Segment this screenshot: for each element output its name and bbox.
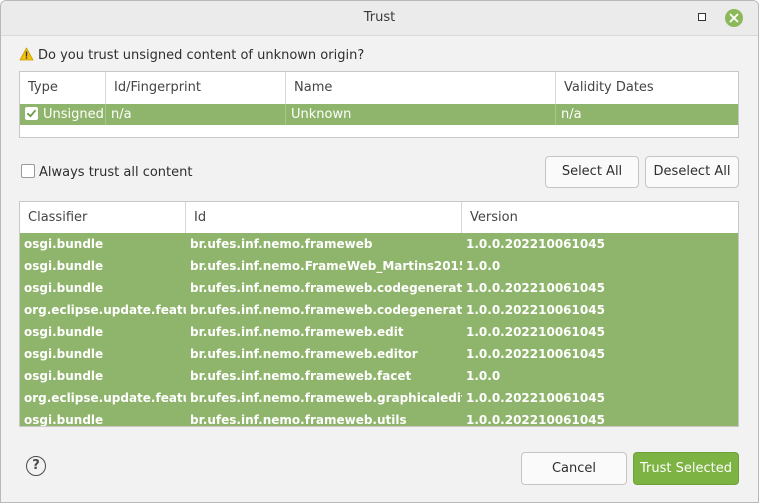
- id-cell: br.ufes.inf.nemo.frameweb: [190, 237, 373, 251]
- id-cell: br.ufes.inf.nemo.frameweb.utils: [190, 413, 407, 426]
- version-cell: 1.0.0.202210061045: [466, 391, 605, 405]
- artifacts-table-header: Classifier Id Version: [20, 202, 738, 233]
- table-row[interactable]: org.eclipse.update.featur br.ufes.inf.ne…: [20, 387, 738, 409]
- column-header-type[interactable]: Type: [20, 72, 106, 104]
- id-cell: br.ufes.inf.nemo.frameweb.edit: [190, 325, 404, 339]
- signer-row-unsigned[interactable]: Unsigned n/a Unknown n/a: [20, 104, 738, 125]
- trust-dialog: Trust Do you trust unsigned content of u…: [0, 0, 759, 503]
- id-cell: br.ufes.inf.nemo.FrameWeb_Martins2015.d: [190, 259, 462, 273]
- id-cell: br.ufes.inf.nemo.frameweb.codegenerator.: [190, 303, 462, 317]
- version-cell: 1.0.0: [466, 369, 501, 383]
- classifier-cell: osgi.bundle: [24, 259, 104, 273]
- signers-table-header: Type Id/Fingerprint Name Validity Dates: [20, 72, 738, 104]
- classifier-cell: org.eclipse.update.featur: [24, 391, 186, 405]
- classifier-cell: osgi.bundle: [24, 347, 104, 361]
- column-header-version[interactable]: Version: [462, 202, 738, 233]
- signer-validity-cell: n/a: [561, 107, 582, 122]
- signer-name-cell: Unknown: [286, 104, 556, 125]
- column-header-classifier[interactable]: Classifier: [20, 202, 186, 233]
- table-row[interactable]: osgi.bundle br.ufes.inf.nemo.frameweb.ed…: [20, 321, 738, 343]
- table-row[interactable]: osgi.bundle br.ufes.inf.nemo.frameweb.fa…: [20, 365, 738, 387]
- table-row[interactable]: org.eclipse.update.featur br.ufes.inf.ne…: [20, 299, 738, 321]
- window-title: Trust: [363, 10, 396, 25]
- id-cell: br.ufes.inf.nemo.frameweb.codegenerator.: [190, 281, 462, 295]
- version-cell: 1.0.0.202210061045: [466, 303, 605, 317]
- trust-selected-button[interactable]: Trust Selected: [633, 452, 739, 485]
- classifier-cell: osgi.bundle: [24, 369, 104, 383]
- classifier-cell: osgi.bundle: [24, 237, 104, 251]
- version-cell: 1.0.0.202210061045: [466, 237, 605, 251]
- warning-icon: [19, 47, 34, 66]
- signer-type-label: Unsigned: [43, 107, 104, 122]
- classifier-cell: osgi.bundle: [24, 325, 104, 339]
- maximize-icon[interactable]: [698, 13, 706, 21]
- artifacts-table: Classifier Id Version osgi.bundle br.ufe…: [19, 201, 739, 427]
- title-bar: Trust: [1, 1, 758, 36]
- id-cell: br.ufes.inf.nemo.frameweb.facet: [190, 369, 412, 383]
- classifier-cell: osgi.bundle: [24, 413, 104, 426]
- signer-type-cell: Unsigned: [20, 104, 106, 125]
- column-header-validity-dates[interactable]: Validity Dates: [556, 72, 738, 104]
- column-header-name[interactable]: Name: [286, 72, 556, 104]
- classifier-cell: org.eclipse.update.featur: [24, 303, 186, 317]
- version-cell: 1.0.0.202210061045: [466, 413, 605, 426]
- version-cell: 1.0.0: [466, 259, 501, 273]
- signers-table: Type Id/Fingerprint Name Validity Dates …: [19, 71, 739, 138]
- always-trust-option[interactable]: Always trust all content: [21, 164, 192, 180]
- version-cell: 1.0.0.202210061045: [466, 281, 605, 295]
- deselect-all-button[interactable]: Deselect All: [645, 156, 739, 188]
- close-icon[interactable]: [725, 9, 743, 27]
- help-icon[interactable]: ?: [26, 456, 46, 476]
- classifier-cell: osgi.bundle: [24, 281, 104, 295]
- table-row[interactable]: osgi.bundle br.ufes.inf.nemo.frameweb.co…: [20, 277, 738, 299]
- trust-prompt: Do you trust unsigned content of unknown…: [19, 47, 364, 63]
- cancel-button[interactable]: Cancel: [521, 452, 627, 485]
- id-cell: br.ufes.inf.nemo.frameweb.graphicaledito…: [190, 391, 462, 405]
- version-cell: 1.0.0.202210061045: [466, 325, 605, 339]
- select-all-button[interactable]: Select All: [545, 156, 639, 188]
- table-row[interactable]: osgi.bundle br.ufes.inf.nemo.frameweb.ut…: [20, 409, 738, 426]
- column-header-id[interactable]: Id: [186, 202, 462, 233]
- table-row[interactable]: osgi.bundle br.ufes.inf.nemo.FrameWeb_Ma…: [20, 255, 738, 277]
- version-cell: 1.0.0.202210061045: [466, 347, 605, 361]
- table-row[interactable]: osgi.bundle br.ufes.inf.nemo.frameweb 1.…: [20, 233, 738, 255]
- column-header-id-fingerprint[interactable]: Id/Fingerprint: [106, 72, 286, 104]
- table-row[interactable]: osgi.bundle br.ufes.inf.nemo.frameweb.ed…: [20, 343, 738, 365]
- signer-checkbox[interactable]: [25, 107, 38, 120]
- artifacts-table-body: osgi.bundle br.ufes.inf.nemo.frameweb 1.…: [20, 233, 738, 426]
- signer-id-cell: n/a: [106, 104, 286, 125]
- always-trust-label: Always trust all content: [39, 165, 193, 180]
- prompt-text: Do you trust unsigned content of unknown…: [38, 48, 365, 63]
- id-cell: br.ufes.inf.nemo.frameweb.editor: [190, 347, 418, 361]
- always-trust-checkbox[interactable]: [21, 164, 35, 178]
